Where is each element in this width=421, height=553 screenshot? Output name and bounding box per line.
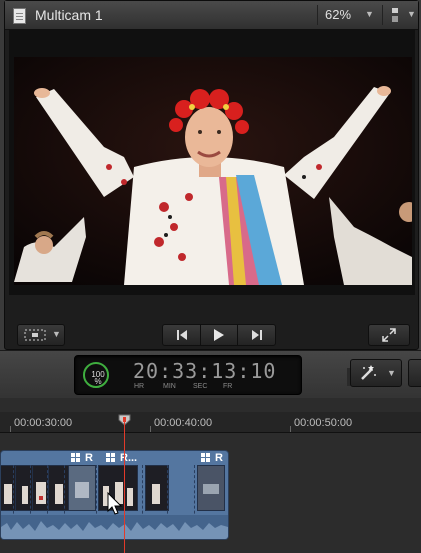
clip-thumbnail — [68, 465, 96, 511]
playhead-line[interactable] — [124, 418, 125, 553]
timecode-display[interactable]: 100 % 20:33:13:10 HR MIN SEC FR — [74, 355, 362, 395]
frame-select-button[interactable]: ▼ — [17, 324, 65, 346]
dancer-image — [14, 57, 412, 285]
video-frame — [14, 57, 412, 285]
timeline-ruler[interactable]: 00:00:30:00 00:00:40:00 00:00:50:00 — [0, 412, 421, 433]
background-task-indicator[interactable]: 100 % — [83, 362, 109, 388]
chevron-down-icon[interactable]: ▼ — [365, 9, 374, 19]
angle-grid-icon — [201, 453, 211, 463]
timecode-label-sec: SEC — [193, 383, 208, 390]
toolbar-edge-button[interactable] — [408, 359, 421, 387]
transport-divider — [200, 325, 201, 345]
ruler-label: 00:00:50:00 — [294, 417, 353, 429]
viewer-title: Multicam 1 — [35, 7, 103, 23]
audio-waveform — [1, 515, 228, 539]
magic-wand-icon — [361, 365, 376, 380]
ruler-tick — [290, 426, 291, 432]
angle-grid-icon — [71, 453, 81, 463]
zoom-value[interactable]: 62% — [325, 7, 351, 22]
clip-thumbnail — [197, 465, 225, 511]
arrow-cursor-icon — [107, 492, 123, 515]
task-percent-sign: % — [94, 377, 102, 386]
viewer-panel: Multicam 1 62% ▼ ▼ ▼ — [4, 0, 419, 350]
ruler-label: 00:00:40:00 — [154, 417, 213, 429]
timecode-value: 20:33:13:10 — [133, 359, 277, 383]
timecode-label-min: MIN — [163, 383, 176, 390]
skip-forward-icon[interactable] — [251, 329, 263, 341]
chevron-down-icon[interactable]: ▼ — [407, 9, 416, 19]
transport-divider — [237, 325, 238, 345]
fullscreen-icon — [382, 328, 396, 342]
timecode-label-fr: FR — [223, 383, 233, 390]
ruler-tick — [150, 426, 151, 432]
transport-group — [162, 324, 276, 346]
view-options-icon[interactable] — [388, 7, 402, 23]
clip-label: R — [215, 452, 223, 464]
video-canvas — [9, 29, 415, 295]
header-divider — [382, 5, 383, 25]
frame-select-icon — [24, 329, 46, 341]
play-icon[interactable] — [213, 328, 225, 342]
timeline-panel[interactable]: 00:00:30:00 00:00:40:00 00:00:50:00 R R.… — [0, 398, 421, 553]
document-icon — [13, 8, 26, 24]
skip-back-icon[interactable] — [176, 329, 188, 341]
task-percent: 100 % — [85, 371, 111, 386]
chevron-down-icon: ▼ — [52, 329, 61, 339]
clip-label: R — [85, 452, 93, 464]
clip-thumbnail — [145, 465, 169, 511]
toolbar: 100 % 20:33:13:10 HR MIN SEC FR ▼ — [0, 350, 421, 400]
enhancements-button[interactable]: ▼ — [350, 359, 402, 387]
viewer-header: Multicam 1 62% ▼ ▼ — [5, 1, 418, 30]
fullscreen-button[interactable] — [368, 324, 410, 346]
viewer-controls: ▼ — [5, 317, 418, 349]
ruler-label: 00:00:30:00 — [14, 417, 73, 429]
angle-grid-icon — [106, 453, 116, 463]
chevron-down-icon: ▼ — [387, 368, 396, 378]
ruler-tick — [10, 426, 11, 432]
timecode-label-hr: HR — [134, 383, 145, 390]
clip-label: R... — [120, 452, 138, 464]
